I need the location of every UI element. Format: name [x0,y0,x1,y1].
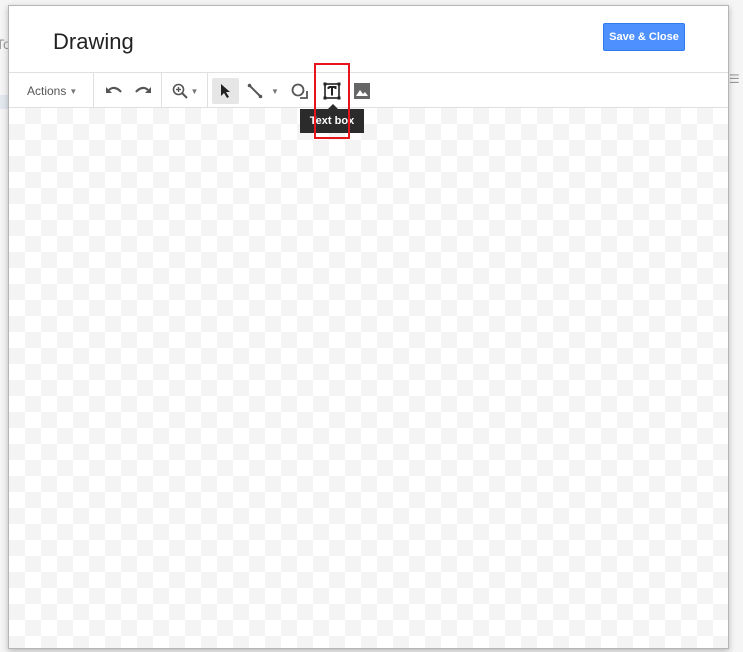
zoom-in-icon [172,83,188,99]
drawing-dialog: Drawing Save & Close Actions ▼ ▼ ▼ Text … [8,5,729,649]
redo-button[interactable] [131,78,155,104]
actions-label: Actions [27,84,67,98]
chevron-down-icon: ▼ [69,86,78,96]
actions-menu-button[interactable]: Actions ▼ [27,78,77,104]
image-icon [354,83,370,99]
text-box-tool-button[interactable] [319,78,345,104]
shape-tool-button[interactable] [289,78,311,104]
redo-icon [135,86,151,93]
line-tool-button[interactable]: ▼ [245,78,281,104]
save-and-close-button[interactable]: Save & Close [603,23,685,51]
undo-button[interactable] [102,78,126,104]
cursor-arrow-icon [220,84,230,98]
dialog-title: Drawing [53,29,134,54]
text-box-icon [323,82,341,100]
toolbar-divider [93,73,94,107]
undo-icon [106,86,122,93]
chevron-down-icon: ▼ [190,86,199,96]
chevron-down-icon: ▼ [271,86,279,96]
line-icon [247,83,263,99]
toolbar-divider [161,73,162,107]
zoom-button[interactable]: ▼ [168,78,202,104]
background-list-icon: ☰ [729,72,740,86]
drawing-toolbar: Actions ▼ ▼ ▼ [9,72,728,108]
select-tool-button[interactable] [212,78,239,104]
shape-icon [291,83,308,99]
toolbar-divider [207,73,208,107]
drawing-canvas[interactable] [9,108,728,648]
text-box-tooltip: Text box [300,109,364,133]
image-tool-button[interactable] [351,78,373,104]
